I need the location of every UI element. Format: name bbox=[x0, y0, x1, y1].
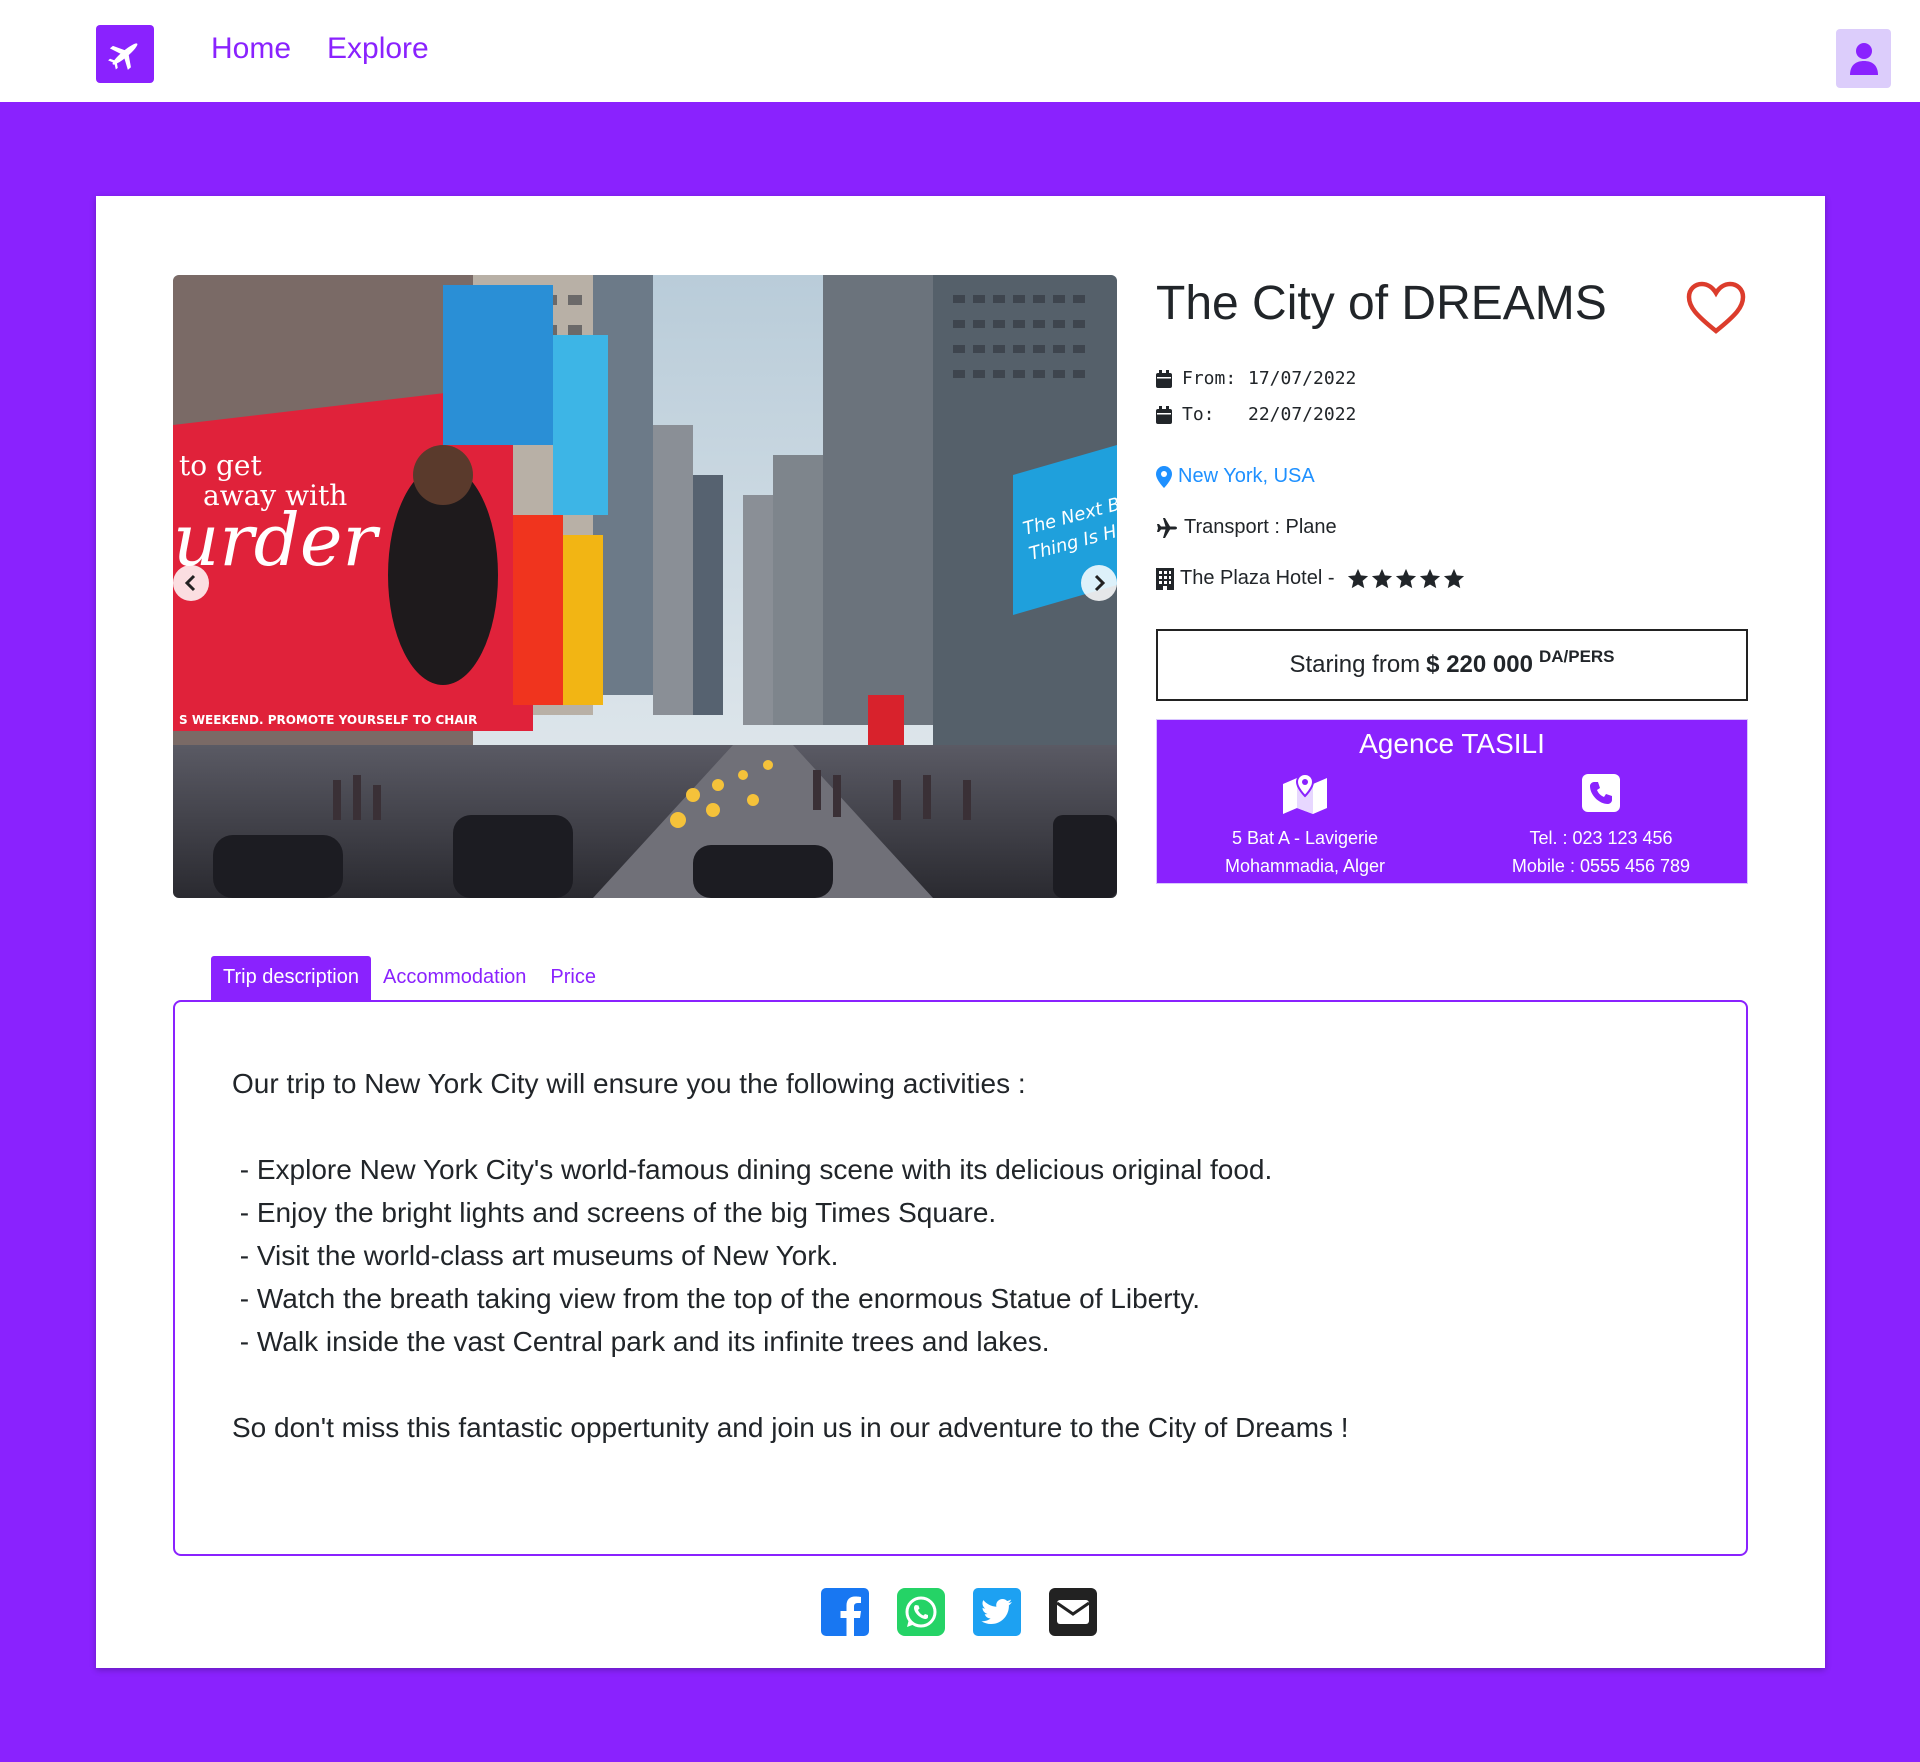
plane-logo-icon[interactable] bbox=[96, 25, 154, 83]
date-to-row: To: 22/07/2022 bbox=[1156, 404, 1356, 425]
twitter-icon bbox=[973, 1588, 1021, 1636]
svg-text:to get: to get bbox=[179, 449, 263, 482]
agency-contact: Tel. : 023 123 456 Mobile : 0555 456 789 bbox=[1453, 768, 1749, 880]
description-outro: So don't miss this fantastic oppertunity… bbox=[232, 1412, 1349, 1443]
times-square-photo: to get away with urder The Next Big Thin… bbox=[173, 275, 1117, 898]
user-avatar-button[interactable] bbox=[1836, 29, 1891, 88]
price-unit: DA/PERS bbox=[1538, 647, 1615, 666]
svg-text:S WEEKEND. PROMOTE YOURSELF TO: S WEEKEND. PROMOTE YOURSELF TO CHAIR bbox=[179, 713, 477, 727]
hotel-star-rating bbox=[1347, 568, 1465, 590]
agency-address-line1: 5 Bat A - Lavigerie bbox=[1231, 828, 1379, 848]
map-pin-icon bbox=[1156, 465, 1172, 488]
navbar: Home Explore bbox=[0, 0, 1920, 102]
carousel-prev-button[interactable] bbox=[173, 565, 209, 601]
description-item: - Visit the world-class art museums of N… bbox=[232, 1240, 839, 1271]
hotel-row: The Plaza Hotel - bbox=[1156, 567, 1465, 590]
transport-text: Transport : Plane bbox=[1184, 516, 1337, 538]
location-text: New York, USA bbox=[1178, 465, 1315, 487]
whatsapp-icon bbox=[897, 1588, 945, 1636]
price-amount: $ 220 000 bbox=[1426, 651, 1533, 678]
carousel-next-button[interactable] bbox=[1081, 565, 1117, 601]
share-twitter-button[interactable] bbox=[973, 1588, 1021, 1636]
hotel-text: The Plaza Hotel - bbox=[1180, 567, 1335, 589]
phone-icon bbox=[1582, 774, 1620, 812]
date-from-row: From: 17/07/2022 bbox=[1156, 368, 1356, 389]
star-icon bbox=[1395, 568, 1416, 588]
svg-text:urder: urder bbox=[173, 498, 380, 582]
agency-mobile[interactable]: Mobile : 0555 456 789 bbox=[1453, 852, 1749, 880]
transport-row: Transport : Plane bbox=[1156, 516, 1337, 539]
calendar-icon bbox=[1156, 405, 1172, 424]
price-box: Staring from $ 220 000 DA/PERS bbox=[1156, 629, 1748, 701]
share-facebook-button[interactable] bbox=[821, 1588, 869, 1636]
date-from-label: From: bbox=[1182, 368, 1237, 389]
favorite-heart-button[interactable] bbox=[1686, 281, 1746, 335]
agency-name: Agence TASILI bbox=[1359, 728, 1545, 759]
trip-title: The City of DREAMS bbox=[1156, 277, 1607, 330]
nav-home-link[interactable]: Home bbox=[211, 32, 291, 66]
tab-price[interactable]: Price bbox=[538, 956, 608, 1000]
star-icon bbox=[1419, 568, 1440, 588]
description-item: - Explore New York City's world-famous d… bbox=[232, 1154, 1273, 1185]
building-icon bbox=[1156, 567, 1174, 590]
trip-tabs: Trip description Accommodation Price bbox=[211, 956, 608, 1000]
share-buttons bbox=[821, 1588, 1097, 1636]
trip-photo-carousel[interactable]: to get away with urder The Next Big Thin… bbox=[173, 275, 1117, 898]
user-icon bbox=[1849, 42, 1878, 75]
agency-address: 5 Bat A - Lavigerie Mohammadia, Alger bbox=[1157, 768, 1453, 880]
agency-address-line2: Mohammadia, Alger bbox=[1224, 856, 1386, 876]
agency-card: Agence TASILI 5 Bat A - Lavigerie Mohamm… bbox=[1156, 719, 1748, 884]
description-item: - Walk inside the vast Central park and … bbox=[232, 1326, 1050, 1357]
location-link[interactable]: New York, USA bbox=[1156, 465, 1315, 488]
description-item: - Watch the breath taking view from the … bbox=[232, 1283, 1201, 1314]
calendar-icon bbox=[1156, 369, 1172, 388]
star-icon bbox=[1443, 568, 1464, 588]
price-prefix: Staring from bbox=[1289, 651, 1421, 678]
date-to-value: 22/07/2022 bbox=[1248, 404, 1357, 425]
date-to-label: To: bbox=[1182, 404, 1215, 425]
envelope-icon bbox=[1049, 1588, 1097, 1636]
date-from-value: 17/07/2022 bbox=[1248, 368, 1357, 389]
share-email-button[interactable] bbox=[1049, 1588, 1097, 1636]
share-whatsapp-button[interactable] bbox=[897, 1588, 945, 1636]
trip-card: to get away with urder The Next Big Thin… bbox=[96, 196, 1825, 1668]
star-icon bbox=[1371, 568, 1392, 588]
map-icon bbox=[1283, 772, 1327, 814]
heart-icon bbox=[1686, 281, 1746, 334]
agency-tel[interactable]: Tel. : 023 123 456 bbox=[1453, 824, 1749, 852]
description-intro: Our trip to New York City will ensure yo… bbox=[232, 1068, 1026, 1099]
facebook-icon bbox=[821, 1588, 869, 1636]
chevron-right-icon bbox=[1094, 574, 1106, 592]
nav-explore-link[interactable]: Explore bbox=[327, 32, 429, 66]
star-icon bbox=[1347, 568, 1368, 588]
tab-trip-description[interactable]: Trip description bbox=[211, 956, 371, 1000]
description-item: - Enjoy the bright lights and screens of… bbox=[232, 1197, 997, 1228]
tab-accommodation[interactable]: Accommodation bbox=[371, 956, 538, 1000]
trip-description-panel: Our trip to New York City will ensure yo… bbox=[173, 1000, 1748, 1556]
plane-icon bbox=[1157, 517, 1177, 538]
chevron-left-icon bbox=[184, 574, 196, 592]
